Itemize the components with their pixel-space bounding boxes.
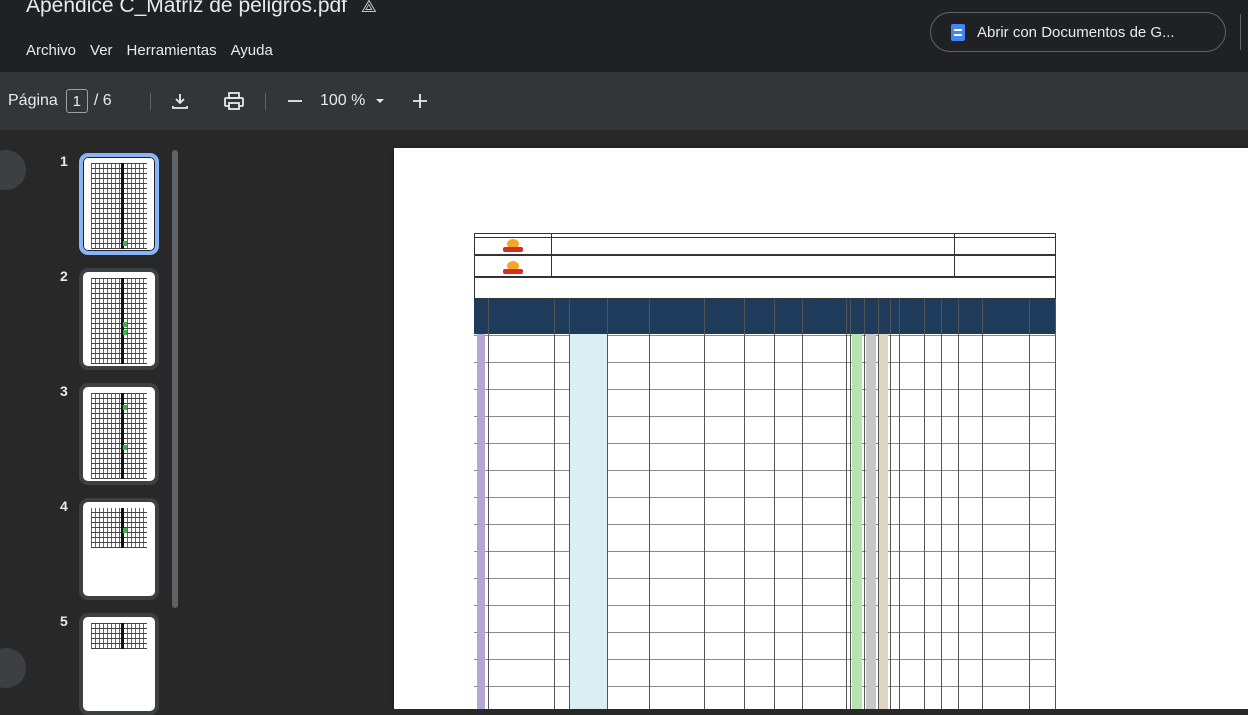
table-gridline bbox=[569, 299, 570, 709]
app-header: Apendice C_Matriz de peligros.pdf ⟁ Arch… bbox=[0, 0, 1248, 72]
pdf-page-1 bbox=[394, 148, 1248, 709]
sidebar-secondary-button[interactable] bbox=[0, 648, 26, 688]
zoom-dropdown-icon bbox=[376, 99, 385, 103]
table-column-highlight bbox=[866, 334, 876, 709]
thumbnail-preview bbox=[91, 508, 147, 548]
thumbnail-preview bbox=[91, 623, 147, 649]
thumbnail-page-5[interactable] bbox=[79, 613, 159, 715]
header-divider bbox=[1240, 14, 1241, 50]
sidebar-toggle-button[interactable] bbox=[0, 150, 26, 190]
download-icon bbox=[172, 94, 188, 109]
table-gridline bbox=[890, 299, 891, 709]
document-title: Apendice C_Matriz de peligros.pdf ⟁ bbox=[26, 0, 377, 18]
table-column-highlight bbox=[477, 334, 485, 709]
document-title-text: Apendice C_Matriz de peligros.pdf bbox=[26, 0, 348, 17]
thumbnail-number: 4 bbox=[60, 498, 68, 514]
table-gridline bbox=[982, 299, 983, 709]
google-docs-icon bbox=[951, 23, 965, 41]
page-number-input[interactable]: 1 bbox=[65, 89, 88, 113]
zoom-select[interactable]: 100 % bbox=[320, 72, 387, 130]
print-button[interactable] bbox=[223, 72, 245, 130]
open-with-docs-label: Abrir con Documentos de G... bbox=[977, 23, 1175, 41]
table-gridline bbox=[554, 299, 555, 709]
table-gridline bbox=[704, 299, 705, 709]
table-column-highlight bbox=[879, 334, 888, 709]
menu-herramientas[interactable]: Herramientas bbox=[127, 42, 217, 59]
table-gridline bbox=[774, 299, 775, 709]
thumbnail-page-3[interactable] bbox=[79, 383, 159, 485]
table-gridline bbox=[924, 299, 925, 709]
hazard-matrix-table bbox=[474, 233, 1056, 709]
table-gridline bbox=[1055, 299, 1056, 709]
thumbnail-preview bbox=[91, 163, 147, 249]
thumbnail-number: 2 bbox=[60, 268, 68, 284]
zoom-in-icon bbox=[413, 94, 427, 108]
thumbnail-page-2[interactable] bbox=[79, 268, 159, 370]
thumbnail-preview bbox=[91, 278, 147, 364]
table-gridline bbox=[899, 299, 900, 709]
table-gridline bbox=[864, 299, 865, 709]
menu-bar: Archivo Ver Herramientas Ayuda bbox=[26, 42, 273, 59]
table-column-headers bbox=[474, 299, 1056, 334]
zoom-out-icon bbox=[288, 100, 302, 102]
thumbnail-preview bbox=[91, 393, 147, 479]
company-logo bbox=[474, 233, 552, 255]
print-icon bbox=[224, 92, 244, 110]
table-gridline bbox=[958, 299, 959, 709]
table-gridline bbox=[850, 299, 851, 709]
table-header-block bbox=[474, 277, 1056, 299]
zoom-in-button[interactable] bbox=[411, 72, 429, 130]
table-gridline bbox=[846, 299, 847, 709]
thumbnail-number: 5 bbox=[60, 613, 68, 629]
table-column-highlight bbox=[852, 334, 862, 709]
thumbnail-scrollbar[interactable] bbox=[172, 150, 178, 608]
table-gridline bbox=[488, 299, 489, 709]
download-button[interactable] bbox=[170, 72, 190, 130]
table-body bbox=[474, 334, 1056, 709]
thumbnail-page-4[interactable] bbox=[79, 498, 159, 600]
page-indicator: Página 1 / 6 bbox=[8, 72, 112, 130]
table-gridline bbox=[802, 299, 803, 709]
toolbar-divider-2 bbox=[265, 93, 266, 110]
table-gridline bbox=[649, 299, 650, 709]
thumbnail-page-1[interactable] bbox=[79, 153, 159, 255]
document-viewer[interactable] bbox=[190, 130, 1248, 709]
add-to-drive-icon[interactable]: ⟁ bbox=[361, 0, 377, 17]
page-label: Página bbox=[8, 92, 58, 109]
toolbar-divider bbox=[150, 93, 151, 110]
table-header-cell bbox=[954, 233, 1056, 277]
table-gridline bbox=[607, 299, 608, 709]
table-gridline bbox=[1029, 299, 1030, 709]
pdf-toolbar: Página 1 / 6 100 % bbox=[0, 72, 1248, 130]
table-gridline bbox=[941, 299, 942, 709]
table-column-highlight bbox=[569, 334, 607, 709]
thumbnail-number: 1 bbox=[60, 153, 68, 169]
zoom-level: 100 % bbox=[320, 92, 366, 109]
table-gridline bbox=[744, 299, 745, 709]
page-total: / 6 bbox=[93, 92, 112, 109]
company-logo bbox=[474, 255, 552, 277]
menu-ayuda[interactable]: Ayuda bbox=[231, 42, 273, 59]
thumbnail-number: 3 bbox=[60, 383, 68, 399]
table-gridline bbox=[878, 299, 879, 709]
open-with-docs-button[interactable]: Abrir con Documentos de G... bbox=[930, 12, 1226, 52]
menu-ver[interactable]: Ver bbox=[90, 42, 113, 59]
zoom-out-button[interactable] bbox=[286, 72, 304, 130]
menu-archivo[interactable]: Archivo bbox=[26, 42, 76, 59]
